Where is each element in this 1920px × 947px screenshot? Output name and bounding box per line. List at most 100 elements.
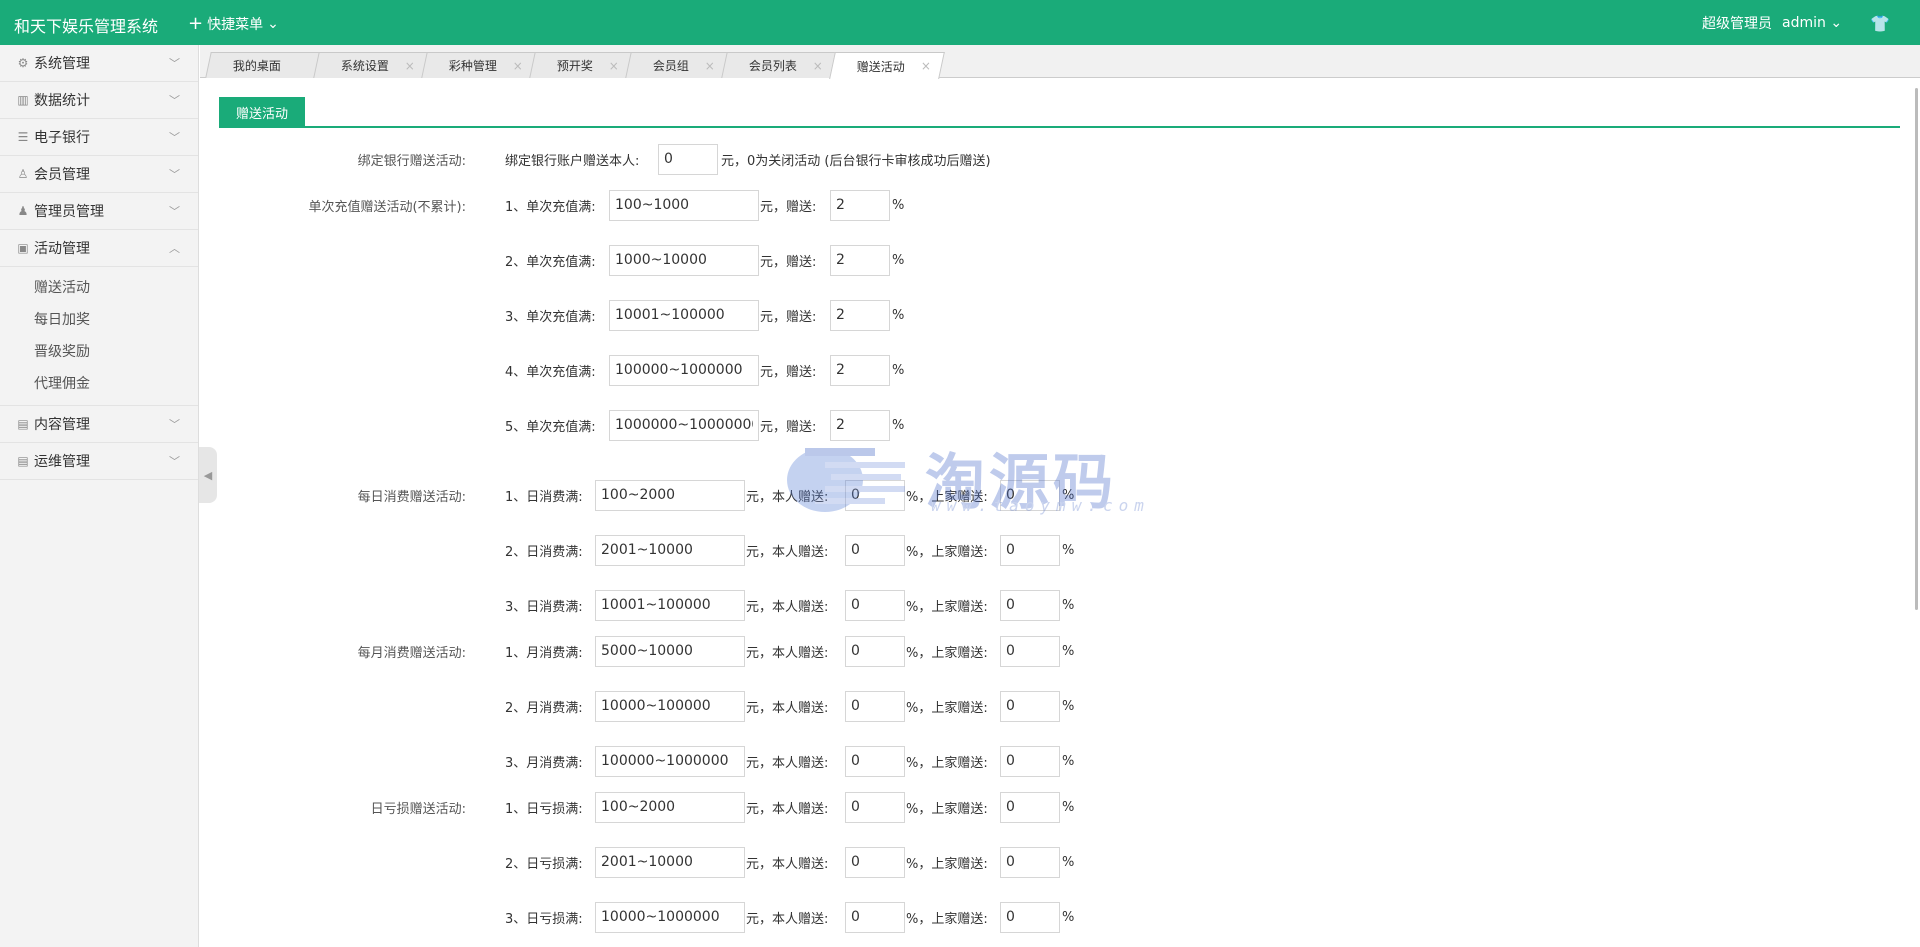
close-icon[interactable]: × — [609, 59, 619, 73]
spend-prefix: 3、月消费满: — [505, 755, 583, 771]
tab-label: 系统设置 — [340, 59, 389, 73]
sidebar-item-stats[interactable]: ▥ 数据统计 ﹀ — [0, 82, 198, 119]
sidebar-subitem-gift[interactable]: 赠送活动 — [0, 271, 198, 303]
quick-menu-button[interactable]: + 快捷菜单 ⌄ — [188, 14, 279, 34]
spend-range-input[interactable] — [595, 690, 745, 722]
recharge-range-input[interactable] — [609, 409, 759, 441]
parent-gift-input[interactable] — [1000, 791, 1060, 823]
sidebar-subitem-promotion[interactable]: 晋级奖励 — [0, 335, 198, 367]
loss-prefix: 3、日亏损满: — [505, 911, 583, 927]
close-icon[interactable]: × — [705, 59, 715, 73]
tab-label: 会员列表 — [748, 59, 797, 73]
loss-range-input[interactable] — [595, 901, 745, 933]
tab-label: 预开奖 — [556, 59, 593, 73]
recharge-rate-input[interactable] — [830, 299, 890, 331]
spend-range-input[interactable] — [595, 635, 745, 667]
spend-prefix: 3、日消费满: — [505, 599, 583, 615]
tab-member-group[interactable]: 会员组 × — [625, 52, 729, 78]
parent-gift-input[interactable] — [1000, 901, 1060, 933]
loss-range-input[interactable] — [595, 791, 745, 823]
parent-gift-input[interactable] — [1000, 589, 1060, 621]
self-gift-input[interactable] — [845, 846, 905, 878]
tab-bar: 我的桌面 系统设置 × 彩种管理 × 预开奖 × 会员组 × 会员列表 × 赠送活动 × — [200, 45, 1920, 79]
parent-gift-label: %，上家赠送: — [906, 856, 988, 872]
sidebar-item-members[interactable]: ♙ 会员管理 ﹀ — [0, 156, 198, 193]
loss-range-input[interactable] — [595, 846, 745, 878]
tab-lottery[interactable]: 彩种管理 × — [421, 52, 537, 78]
recharge-rate-input[interactable] — [830, 189, 890, 221]
spend-range-input[interactable] — [595, 589, 745, 621]
skin-icon[interactable]: 👕 — [1870, 14, 1890, 33]
recharge-range-input[interactable] — [609, 189, 759, 221]
recharge-label: 单次充值赠送活动(不累计): — [308, 199, 466, 215]
parent-gift-input[interactable] — [1000, 846, 1060, 878]
self-gift-label: 元，本人赠送: — [746, 599, 829, 615]
self-gift-label: 元，本人赠送: — [746, 645, 829, 661]
sidebar-item-activities[interactable]: ▣ 活动管理 ︿ — [0, 230, 198, 267]
self-gift-input[interactable] — [845, 479, 905, 511]
sidebar-item-system[interactable]: ⚙ 系统管理 ﹀ — [0, 45, 198, 82]
chevron-down-icon: ﹀ — [169, 205, 180, 218]
sidebar-subitem-commission[interactable]: 代理佣金 — [0, 367, 198, 399]
recharge-rate-input[interactable] — [830, 354, 890, 386]
gift-icon: ▣ — [17, 241, 29, 255]
sidebar-item-ops[interactable]: ▤ 运维管理 ﹀ — [0, 443, 198, 480]
close-icon[interactable]: × — [513, 59, 523, 73]
self-gift-input[interactable] — [845, 901, 905, 933]
close-icon[interactable]: × — [405, 59, 415, 73]
sidebar-item-label: 电子银行 — [34, 130, 90, 146]
parent-gift-input[interactable] — [1000, 534, 1060, 566]
parent-gift-input[interactable] — [1000, 479, 1060, 511]
percent-label: % — [892, 307, 905, 323]
recharge-range-input[interactable] — [609, 299, 759, 331]
sidebar-item-label: 运维管理 — [34, 454, 90, 470]
bank-prefix: 绑定银行账户赠送本人: — [505, 153, 640, 169]
scrollbar[interactable] — [1915, 88, 1918, 610]
user-menu-button[interactable]: admin ⌄ — [1782, 15, 1842, 31]
sidebar-item-ebank[interactable]: ☰ 电子银行 ﹀ — [0, 119, 198, 156]
recharge-rate-input[interactable] — [830, 409, 890, 441]
chevron-down-icon: ﹀ — [169, 94, 180, 107]
sidebar-item-admins[interactable]: ♟ 管理员管理 ﹀ — [0, 193, 198, 230]
tab-prelottery[interactable]: 预开奖 × — [529, 52, 633, 78]
parent-gift-input[interactable] — [1000, 690, 1060, 722]
close-icon[interactable]: × — [813, 59, 823, 73]
tab-member-list[interactable]: 会员列表 × — [721, 52, 837, 78]
self-gift-input[interactable] — [845, 589, 905, 621]
self-gift-input[interactable] — [845, 745, 905, 777]
self-gift-label: 元，本人赠送: — [746, 801, 829, 817]
recharge-rate-input[interactable] — [830, 244, 890, 276]
spend-range-input[interactable] — [595, 534, 745, 566]
bank-amount-input[interactable] — [658, 143, 718, 175]
spend-range-input[interactable] — [595, 479, 745, 511]
chevron-up-icon: ︿ — [169, 242, 180, 255]
tab-label: 赠送活动 — [856, 59, 905, 74]
percent-label: % — [1062, 753, 1075, 769]
sidebar-item-label: 管理员管理 — [34, 204, 104, 220]
tab-settings[interactable]: 系统设置 × — [313, 52, 429, 78]
chevron-down-icon: ﹀ — [169, 168, 180, 181]
self-gift-input[interactable] — [845, 534, 905, 566]
recharge-row-3: 3、单次充值满: 元，赠送: % — [200, 299, 1200, 331]
parent-gift-label: %，上家赠送: — [906, 801, 988, 817]
close-icon[interactable]: × — [921, 59, 931, 73]
spend-range-input[interactable] — [595, 745, 745, 777]
parent-gift-input[interactable] — [1000, 745, 1060, 777]
self-gift-input[interactable] — [845, 690, 905, 722]
chevron-down-icon: ﹀ — [169, 131, 180, 144]
chevron-down-icon: ﹀ — [169, 418, 180, 431]
self-gift-input[interactable] — [845, 791, 905, 823]
recharge-range-input[interactable] — [609, 354, 759, 386]
sidebar-item-label: 系统管理 — [34, 56, 90, 72]
sidebar-item-content[interactable]: ▤ 内容管理 ﹀ — [0, 406, 198, 443]
recharge-range-input[interactable] — [609, 244, 759, 276]
percent-label: % — [1062, 909, 1075, 925]
parent-gift-input[interactable] — [1000, 635, 1060, 667]
tab-desktop[interactable]: 我的桌面 — [205, 52, 321, 78]
sidebar: ⚙ 系统管理 ﹀ ▥ 数据统计 ﹀ ☰ 电子银行 ﹀ ♙ 会员管理 ﹀ ♟ 管理员管理 ﹀ ▣ 活动管… — [0, 45, 199, 947]
percent-label: % — [1062, 854, 1075, 870]
daily-loss-row-1: 日亏损赠送活动: 1、日亏损满: 元，本人赠送: %，上家赠送: % — [200, 791, 1200, 823]
tab-gift-activity[interactable]: 赠送活动 × — [829, 52, 945, 79]
self-gift-input[interactable] — [845, 635, 905, 667]
sidebar-subitem-daily-bonus[interactable]: 每日加奖 — [0, 303, 198, 335]
